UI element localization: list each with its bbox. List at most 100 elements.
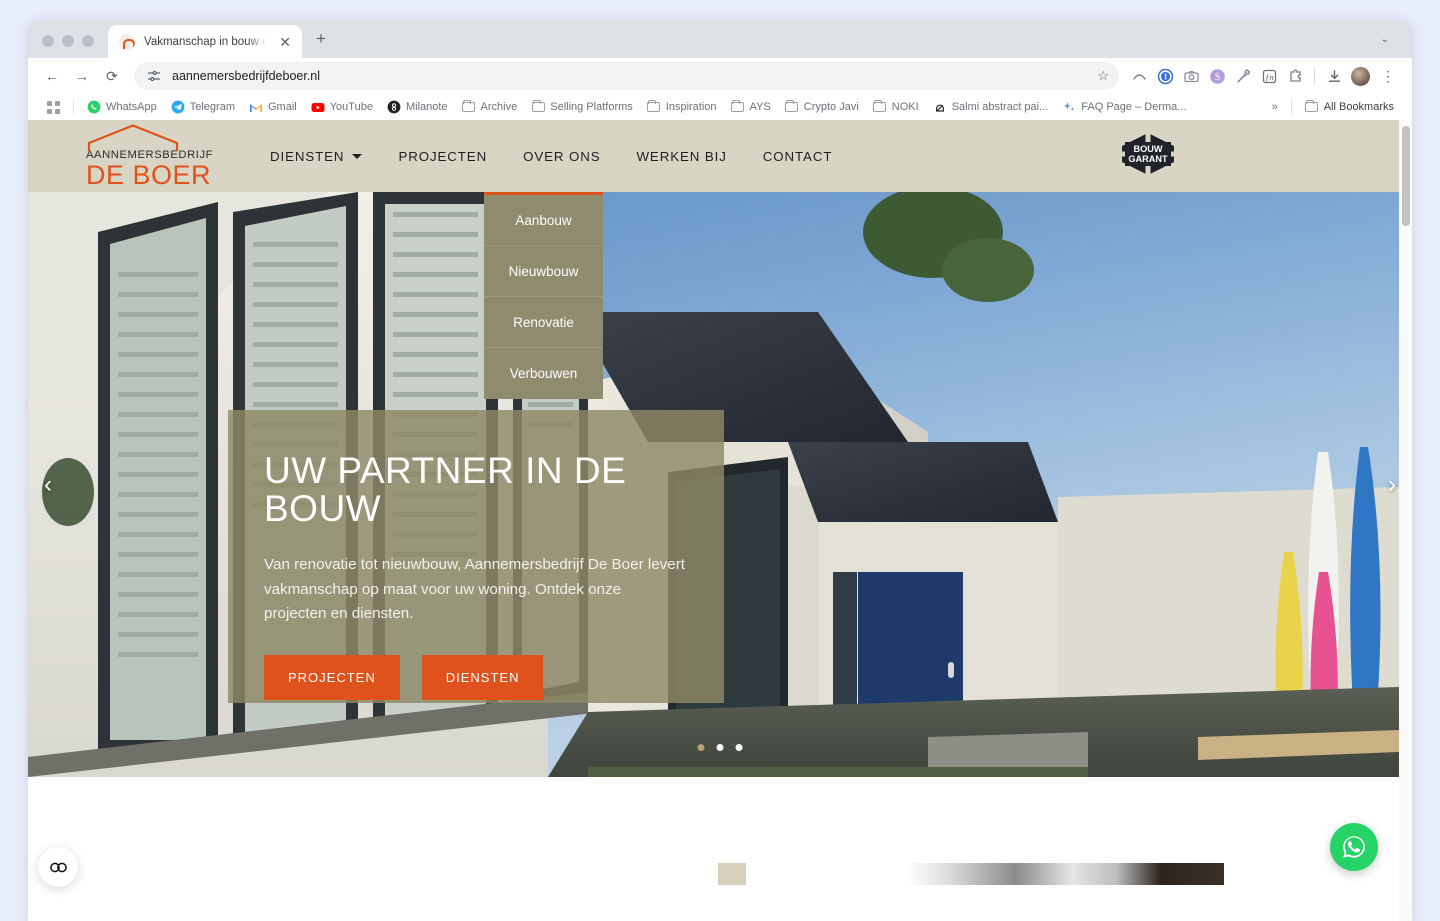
tab-strip: Vakmanschap in bouw en verb ✕ + ⌄ xyxy=(28,20,1412,58)
bookmark-milanote[interactable]: Milanote xyxy=(380,97,455,117)
projecten-button[interactable]: PROJECTEN xyxy=(264,654,400,700)
folder-icon xyxy=(531,99,545,112)
bookmarks-bar-right: » All Bookmarks xyxy=(1265,97,1401,117)
whatsapp-icon xyxy=(87,100,101,114)
bookmark-faq-page[interactable]: FAQ Page – Derma... xyxy=(1055,97,1193,117)
eyedropper-icon[interactable] xyxy=(1231,64,1255,88)
bookmark-label: Telegram xyxy=(189,101,235,113)
scribe-s-icon[interactable]: S xyxy=(1205,64,1229,88)
bookmark-star-icon[interactable]: ☆ xyxy=(1097,68,1109,84)
svg-text:BOUW: BOUW xyxy=(1133,144,1162,154)
downloads-icon[interactable] xyxy=(1322,64,1346,88)
gmail-icon xyxy=(249,100,263,114)
site-logo[interactable]: AANNEMERSBEDRIJF DE BOER xyxy=(42,123,270,189)
bookmark-label: Inspiration xyxy=(665,101,717,113)
bookmark-label: WhatsApp xyxy=(106,101,157,113)
carousel-dot-1[interactable] xyxy=(697,744,705,751)
browser-tab[interactable]: Vakmanschap in bouw en verb ✕ xyxy=(108,25,302,58)
nav-item-over-ons[interactable]: OVER ONS xyxy=(523,123,600,190)
site-settings-icon[interactable] xyxy=(146,68,162,84)
onepassword-icon[interactable] xyxy=(1153,64,1177,88)
minimize-window-button[interactable] xyxy=(62,35,74,47)
bookmark-label: Gmail xyxy=(268,101,297,113)
fonts-ninja-icon[interactable]: ƒn xyxy=(1257,64,1281,88)
apps-grid-icon[interactable] xyxy=(39,97,67,117)
bookmark-label: Archive xyxy=(480,101,518,113)
bookmark-label: FAQ Page – Derma... xyxy=(1081,101,1187,113)
folder-icon xyxy=(731,99,745,112)
carousel-next-arrow[interactable]: › xyxy=(1388,471,1396,499)
close-window-button[interactable] xyxy=(42,35,54,47)
nav-item-diensten[interactable]: DIENSTEN xyxy=(270,123,363,190)
nav-item-projecten[interactable]: PROJECTEN xyxy=(398,123,487,190)
bookmark-noki[interactable]: NOKI xyxy=(866,97,926,117)
accessibility-widget-button[interactable] xyxy=(38,847,78,887)
bookmark-label: Crypto Javi xyxy=(803,101,859,113)
nav-label: WERKEN BIJ xyxy=(636,148,727,164)
browser-menu-button[interactable]: ⋮ xyxy=(1374,62,1402,90)
bouwgarant-badge: BOUW GARANT xyxy=(1116,130,1180,183)
folder-icon xyxy=(1305,99,1319,112)
all-bookmarks-button[interactable]: All Bookmarks xyxy=(1298,97,1401,117)
bookmark-label: YouTube xyxy=(329,101,373,113)
bookmarks-divider-right xyxy=(1290,99,1292,115)
chevron-down-icon xyxy=(352,153,363,159)
profile-avatar[interactable] xyxy=(1348,64,1372,88)
bookmark-selling-platforms[interactable]: Selling Platforms xyxy=(524,97,640,117)
site-header: AANNEMERSBEDRIJF DE BOER DIENSTEN PROJEC… xyxy=(28,120,1412,192)
svg-text:S: S xyxy=(1214,72,1220,83)
reload-button[interactable]: ⟳ xyxy=(98,62,126,90)
carousel-prev-arrow[interactable]: ‹ xyxy=(44,471,52,499)
hero-subtitle: Van renovatie tot nieuwbouw, Aannemersbe… xyxy=(264,555,685,623)
back-button[interactable]: ← xyxy=(38,62,66,90)
bookmark-ays[interactable]: AYS xyxy=(724,97,778,117)
svg-text:GARANT: GARANT xyxy=(1128,154,1168,164)
page-scrollbar[interactable] xyxy=(1399,120,1412,921)
browser-window: Vakmanschap in bouw en verb ✕ + ⌄ ← → ⟳ … xyxy=(28,20,1412,921)
dropdown-item-nieuwbouw[interactable]: Nieuwbouw xyxy=(484,246,603,297)
carousel-dot-2[interactable] xyxy=(716,744,724,751)
bookmark-salmi[interactable]: Salmi abstract pai... xyxy=(926,97,1056,117)
nav-item-contact[interactable]: CONTACT xyxy=(763,123,833,190)
dropdown-item-verbouwen[interactable]: Verbouwen xyxy=(484,348,603,399)
nav-label: PROJECTEN xyxy=(398,148,488,164)
bookmark-whatsapp[interactable]: WhatsApp xyxy=(80,97,164,117)
nav-item-werken-bij[interactable]: WERKEN BIJ xyxy=(636,123,726,190)
scrollbar-thumb[interactable] xyxy=(1401,126,1410,226)
milanote-icon xyxy=(387,100,401,114)
bookmark-archive[interactable]: Archive xyxy=(455,97,525,117)
close-tab-button[interactable]: ✕ xyxy=(276,33,294,51)
forward-button[interactable]: → xyxy=(68,62,96,90)
salmi-icon xyxy=(933,100,947,114)
arc-icon[interactable] xyxy=(1127,64,1151,88)
screenshot-camera-icon[interactable] xyxy=(1179,64,1203,88)
hero-text-panel: UW PARTNER IN DE BOUW Van renovatie tot … xyxy=(228,410,724,703)
bookmarks-overflow-button[interactable]: » xyxy=(1265,98,1285,116)
bookmark-youtube[interactable]: YouTube xyxy=(304,97,380,117)
new-tab-button[interactable]: + xyxy=(316,29,326,49)
bookmarks-bar: WhatsApp Telegram Gmail YouTube Milanote… xyxy=(28,94,1412,120)
maximize-window-button[interactable] xyxy=(82,35,94,47)
extensions-puzzle-icon[interactable] xyxy=(1283,64,1307,88)
main-navigation: DIENSTEN PROJECTEN OVER ONS WERKEN BIJ C… xyxy=(270,123,832,190)
bookmark-gmail[interactable]: Gmail xyxy=(242,97,304,117)
hero-carousel: UW PARTNER IN DE BOUW Van renovatie tot … xyxy=(28,192,1412,777)
diensten-button[interactable]: DIENSTEN xyxy=(421,654,544,700)
avatar xyxy=(1350,66,1370,86)
bookmark-label: Milanote xyxy=(405,101,448,113)
url-text: aannemersbedrijfdeboer.nl xyxy=(172,69,321,83)
dropdown-item-renovatie[interactable]: Renovatie xyxy=(484,297,603,348)
carousel-dot-3[interactable] xyxy=(735,744,743,751)
window-traffic-lights xyxy=(28,35,108,58)
bookmark-inspiration[interactable]: Inspiration xyxy=(640,97,724,117)
bookmark-label: NOKI xyxy=(891,101,919,113)
address-bar[interactable]: aannemersbedrijfdeboer.nl ☆ xyxy=(134,62,1119,90)
bookmark-label: Salmi abstract pai... xyxy=(951,101,1049,113)
sparkle-icon xyxy=(1062,100,1076,114)
tab-search-chevron-icon[interactable]: ⌄ xyxy=(1374,28,1396,50)
bookmark-telegram[interactable]: Telegram xyxy=(164,97,242,117)
dropdown-item-aanbouw[interactable]: Aanbouw xyxy=(484,195,603,246)
bookmarks-divider xyxy=(73,99,74,115)
whatsapp-float-button[interactable] xyxy=(1330,823,1378,871)
bookmark-crypto-javi[interactable]: Crypto Javi xyxy=(778,97,866,117)
